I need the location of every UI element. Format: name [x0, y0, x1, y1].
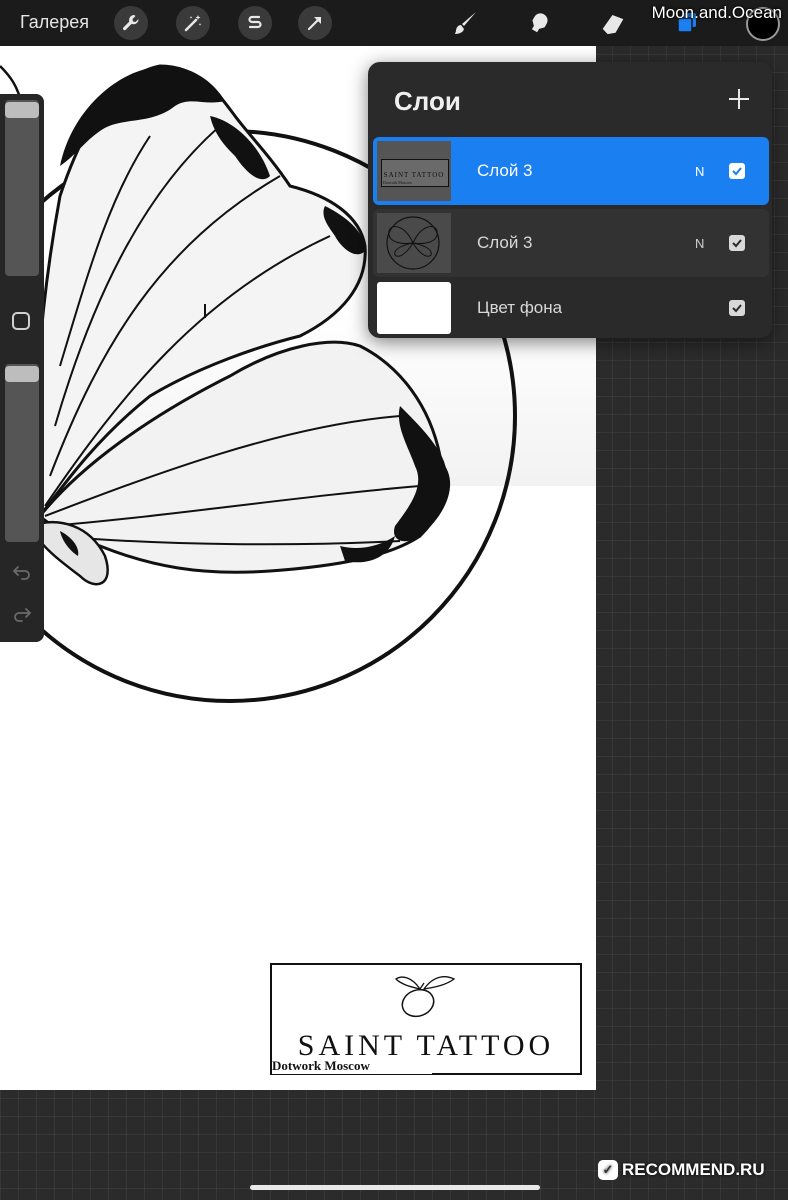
actions-button[interactable]	[114, 6, 148, 40]
redo-button[interactable]	[10, 604, 34, 624]
layer-name: Слой 3	[477, 161, 533, 180]
transform-button[interactable]	[298, 6, 332, 40]
blend-mode-button[interactable]: N	[695, 164, 704, 179]
thumbnail-logo-text: SAINT TATTOO	[383, 171, 445, 179]
brush-size-knob[interactable]	[5, 102, 39, 118]
undo-icon	[12, 566, 30, 580]
brush-button[interactable]	[449, 6, 483, 40]
plus-icon[interactable]	[726, 86, 752, 112]
checkmark-icon	[732, 239, 742, 248]
home-indicator[interactable]	[250, 1185, 540, 1190]
selection-button[interactable]	[238, 6, 272, 40]
recommend-logo-icon: ✓	[598, 1160, 618, 1180]
selection-s-icon	[248, 15, 262, 29]
thumbnail-logo-subtitle: Dotwork Moscow	[383, 180, 412, 185]
layer-row-selected[interactable]: SAINT TATTOO Dotwork Moscow Слой 3 N	[373, 137, 769, 205]
smudge-icon	[531, 13, 548, 33]
redo-icon	[14, 608, 32, 622]
visibility-checkbox[interactable]	[729, 300, 745, 316]
brush-size-slider[interactable]	[5, 100, 39, 276]
opacity-slider[interactable]	[5, 364, 39, 542]
layer-thumbnail-white	[377, 282, 451, 334]
transform-arrow-icon	[307, 16, 322, 31]
saint-tattoo-logo: SAINT TATTOO Dotwork Moscow	[270, 963, 582, 1075]
wrench-icon	[123, 15, 139, 31]
gallery-button[interactable]: Галерея	[20, 12, 89, 33]
layer-name: Слой 3	[477, 233, 533, 252]
watermark-bottom: ✓ RECOMMEND.RU	[598, 1160, 765, 1180]
smudge-button[interactable]	[522, 6, 556, 40]
layer-name: Цвет фона	[477, 298, 563, 317]
magic-wand-icon	[184, 15, 202, 32]
adjustments-button[interactable]	[176, 6, 210, 40]
watermark-bottom-text: RECOMMEND.RU	[622, 1160, 765, 1179]
layer-row-background-color[interactable]: Цвет фона	[373, 274, 769, 342]
modify-button[interactable]	[12, 312, 30, 330]
left-sidebar	[0, 94, 44, 642]
brush-icon	[455, 12, 476, 34]
checkmark-icon	[732, 167, 742, 176]
lemon-illustration	[394, 976, 456, 1018]
blend-mode-button[interactable]: N	[695, 236, 704, 251]
eraser-button[interactable]	[596, 6, 630, 40]
undo-button[interactable]	[10, 562, 34, 582]
layer-thumbnail-butterfly	[377, 213, 451, 273]
logo-subtitle: Dotwork Moscow	[272, 1058, 432, 1074]
layers-panel: Слои SAINT TATTOO Dotwork Moscow Слой 3 …	[368, 62, 772, 338]
watermark-top: Moon.and.Ocean	[651, 3, 782, 22]
layer-thumbnail-logo: SAINT TATTOO Dotwork Moscow	[377, 141, 451, 201]
visibility-checkbox[interactable]	[729, 235, 745, 251]
eraser-icon	[602, 14, 624, 35]
top-toolbar: Галерея Moon.and.Ocean	[0, 0, 788, 46]
opacity-knob[interactable]	[5, 366, 39, 382]
layer-row[interactable]: Слой 3 N	[373, 209, 769, 277]
visibility-checkbox[interactable]	[729, 163, 745, 179]
butterfly-thumbnail-icon	[386, 216, 440, 270]
layers-title: Слои	[394, 86, 461, 116]
checkmark-icon	[732, 304, 742, 313]
